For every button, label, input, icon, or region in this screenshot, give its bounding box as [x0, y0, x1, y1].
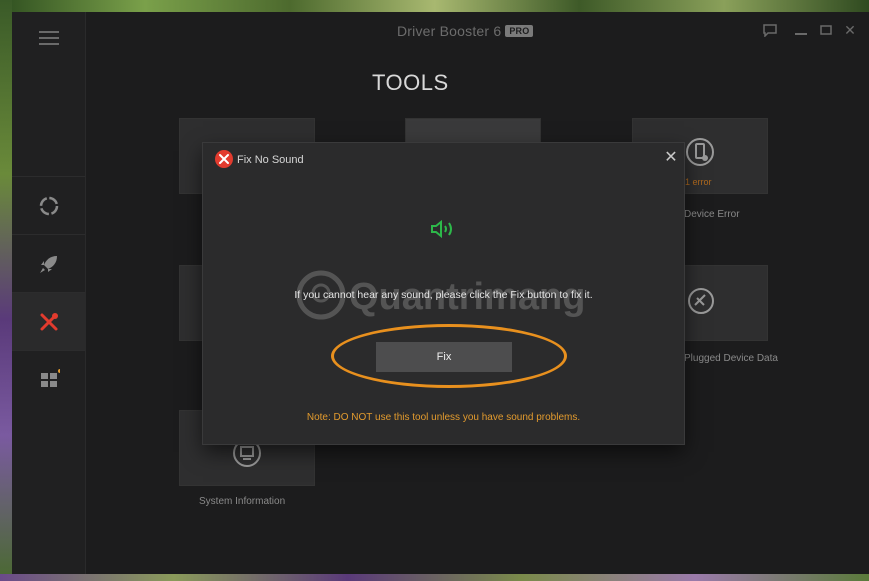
menu-button[interactable] — [12, 18, 85, 58]
app-title: Driver Booster 6 PRO — [397, 23, 534, 39]
tool-label-device-error: Device Error — [684, 209, 740, 220]
plugged-device-icon — [688, 288, 714, 314]
window-close-button[interactable]: ✕ — [841, 21, 859, 39]
driver-booster-window: Driver Booster 6 PRO ✕ TOOLS 1 error Dev… — [12, 12, 869, 574]
apps-grid-icon — [40, 368, 60, 387]
desktop-background-left — [0, 0, 12, 581]
desktop-background-bottom — [0, 574, 869, 581]
minimize-button[interactable] — [792, 21, 810, 39]
rocket-icon — [39, 255, 57, 273]
page-title: TOOLS — [372, 70, 449, 95]
dialog-close-button[interactable]: ✕ — [663, 150, 679, 166]
dialog-title: Fix No Sound — [237, 154, 304, 166]
fix-button[interactable]: Fix — [376, 342, 512, 372]
device-error-icon — [686, 138, 714, 166]
maximize-button[interactable] — [817, 21, 835, 39]
tools-icon — [215, 150, 233, 168]
fix-no-sound-dialog: Fix No Sound ✕ Quantrimang If you cannot… — [203, 143, 684, 444]
dialog-app-icon — [215, 150, 233, 168]
sidebar-item-scan[interactable] — [12, 176, 85, 234]
tool-label-system-info: System Information — [199, 496, 286, 507]
sidebar-item-boost[interactable] — [12, 234, 85, 292]
speaker-icon — [431, 219, 452, 239]
maximize-icon — [820, 25, 832, 35]
device-error-count: 1 error — [685, 177, 712, 187]
chat-icon — [763, 23, 777, 37]
dialog-note: Note: DO NOT use this tool unless you ha… — [306, 412, 581, 423]
tools-icon — [40, 312, 58, 330]
minimize-icon — [795, 33, 807, 35]
sidebar-item-tools[interactable] — [12, 292, 85, 350]
desktop-background-top — [0, 0, 869, 12]
hamburger-icon — [38, 31, 59, 45]
pro-badge: PRO — [505, 25, 534, 37]
sidebar-item-apps[interactable] — [12, 350, 85, 408]
sidebar — [12, 12, 86, 574]
tool-label-plugged-device: Plugged Device Data — [684, 353, 778, 364]
dialog-message: If you cannot hear any sound, please cli… — [294, 289, 593, 301]
title-bar: Driver Booster 6 PRO ✕ — [85, 12, 869, 50]
feedback-button[interactable] — [761, 21, 779, 39]
scan-icon — [39, 196, 58, 215]
